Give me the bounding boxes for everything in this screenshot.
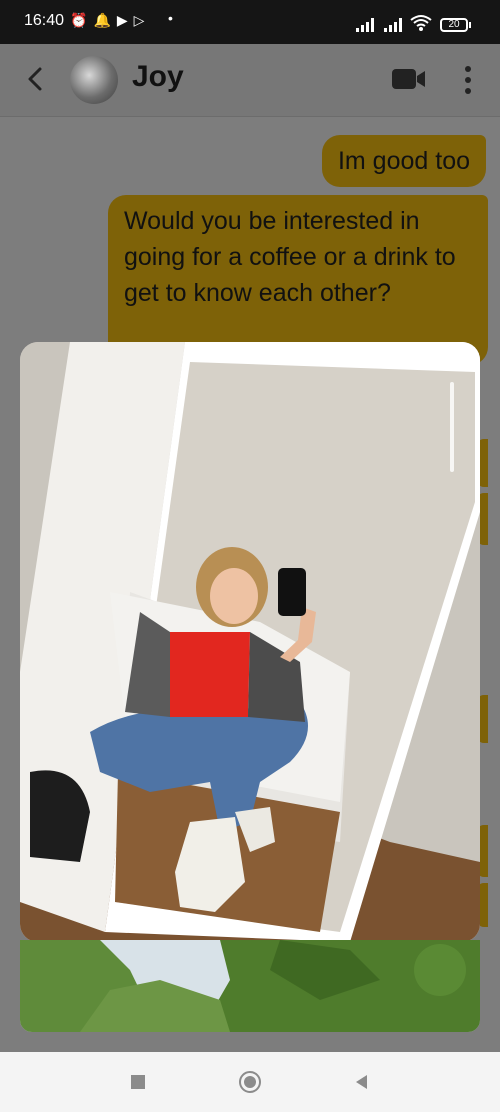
message-text: Im good too — [337, 147, 470, 175]
alarm-icon: ⏰ — [70, 12, 94, 28]
mirror-selfie-image — [20, 342, 480, 942]
battery-level: 20 — [448, 19, 460, 30]
system-nav-bar — [0, 1052, 500, 1112]
back-nav-icon[interactable] — [350, 1070, 374, 1094]
youtube-icon: ▶ — [116, 12, 134, 28]
status-bar: 16:40 ⏰🔔▶▷ • 20 — [0, 0, 500, 44]
battery-tip — [469, 22, 471, 28]
message-text: Would you be interested in going for a c… — [124, 207, 456, 307]
status-notification-icons: ⏰🔔▶▷ — [70, 12, 150, 29]
recent-apps-icon[interactable] — [126, 1070, 150, 1094]
battery-icon: 20 — [440, 18, 468, 32]
avatar[interactable] — [70, 56, 118, 104]
back-icon[interactable] — [22, 64, 50, 94]
outdoor-trees-image — [20, 940, 480, 1032]
signal-icon — [384, 18, 402, 32]
more-notifications-dot: • — [168, 10, 173, 26]
shared-photo[interactable] — [20, 342, 480, 942]
message-bubble[interactable]: Would you be interested in going for a c… — [108, 195, 488, 365]
more-options-icon[interactable] — [462, 64, 474, 96]
wifi-icon — [410, 15, 432, 31]
shared-photo-preview[interactable] — [20, 940, 480, 1032]
contact-name[interactable]: Joy — [132, 60, 184, 94]
notification-bell-icon: 🔔 — [93, 12, 117, 28]
status-time: 16:40 — [24, 12, 65, 29]
signal-icon — [356, 18, 374, 32]
home-icon[interactable] — [238, 1070, 262, 1094]
message-bubble[interactable]: Im good too — [321, 135, 486, 187]
photo-scroll-indicator — [450, 382, 454, 472]
chat-header: Joy — [0, 44, 500, 117]
video-call-icon[interactable] — [392, 68, 426, 90]
play-store-icon: ▷ — [133, 12, 151, 28]
